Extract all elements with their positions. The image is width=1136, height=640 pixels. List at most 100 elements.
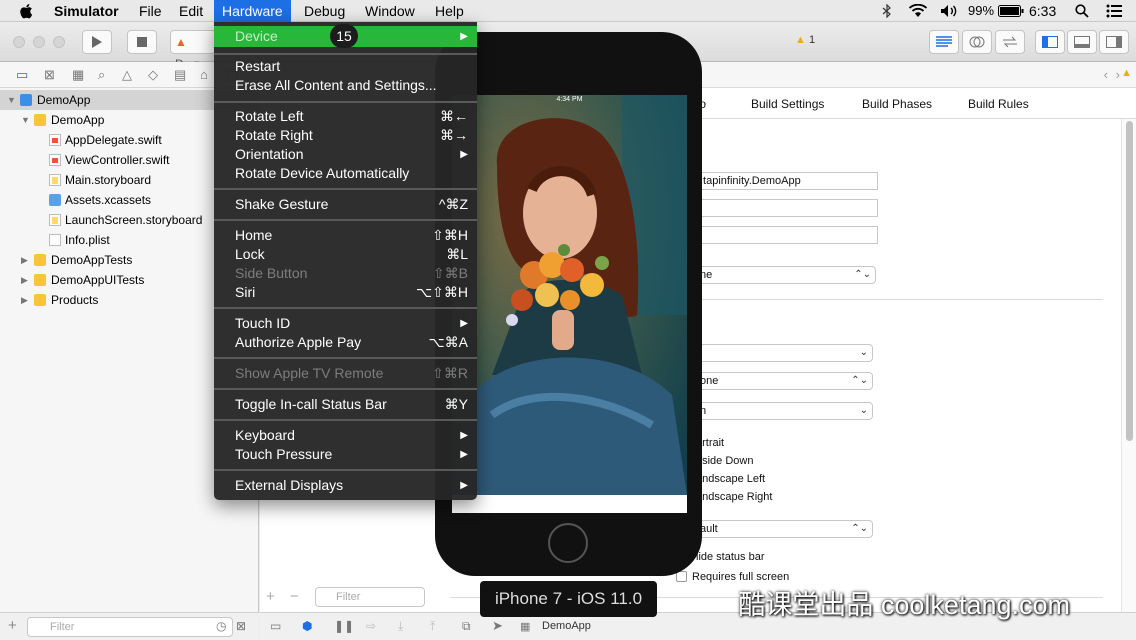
volume-icon[interactable]: [940, 0, 958, 22]
debug-icon[interactable]: ▤: [174, 67, 186, 83]
menu-item-shortcut: ⌥⇧⌘H: [416, 284, 468, 300]
devices-popup[interactable]: one ⌃⌄: [696, 372, 873, 390]
menu-item-orientation[interactable]: Orientation ▶: [214, 145, 477, 164]
breakpoint-icon[interactable]: ⌂: [200, 67, 208, 82]
main-interface-popup[interactable]: n ⌄: [696, 402, 873, 420]
hide-status-bar-checkbox[interactable]: lide status bar: [696, 551, 764, 563]
bluetooth-icon[interactable]: [882, 0, 892, 22]
clock-time[interactable]: 6:33: [1029, 0, 1056, 22]
minimize-window-button[interactable]: [33, 36, 45, 48]
menu-help[interactable]: Help: [427, 0, 472, 22]
symbol-icon[interactable]: ▦: [72, 67, 84, 83]
status-bar-style-popup[interactable]: ault ⌃⌄: [696, 520, 873, 538]
menu-item-erase-all-content[interactable]: Erase All Content and Settings...: [214, 76, 477, 95]
storyboard-file-icon: [49, 174, 61, 186]
standard-editor-button[interactable]: [929, 30, 959, 54]
toggle-navigator-button[interactable]: [1035, 30, 1065, 54]
menu-item-lock[interactable]: Lock ⌘L: [214, 245, 477, 264]
run-button[interactable]: [82, 30, 112, 54]
folder-icon: [34, 254, 46, 266]
tab-build-phases[interactable]: Build Phases: [862, 97, 932, 111]
warning-indicator[interactable]: ▲ 1: [795, 34, 815, 46]
menu-item-restart[interactable]: Restart: [214, 57, 477, 76]
menu-item-touch-id[interactable]: Touch ID ▶: [214, 314, 477, 333]
assistant-editor-button[interactable]: [962, 30, 992, 54]
view-debugger-icon[interactable]: ⧉: [462, 619, 471, 634]
menu-item-label: Rotate Left: [235, 108, 304, 124]
step-out-icon[interactable]: ⤒: [430, 619, 435, 634]
breakpoints-icon[interactable]: ⬢: [302, 619, 312, 633]
test-icon[interactable]: ◇: [148, 67, 158, 83]
find-icon[interactable]: ⌕: [98, 67, 105, 83]
submenu-arrow-icon: ▶: [460, 31, 468, 42]
chevron-left-icon[interactable]: ‹: [1104, 67, 1108, 82]
tab-build-settings[interactable]: Build Settings: [751, 97, 824, 111]
vertical-scrollbar[interactable]: [1121, 119, 1136, 612]
menu-item-keyboard[interactable]: Keyboard ▶: [214, 426, 477, 445]
stop-button[interactable]: [127, 30, 157, 54]
menu-item-shake-gesture[interactable]: Shake Gesture ^⌘Z: [214, 195, 477, 214]
tab-build-rules[interactable]: Build Rules: [968, 97, 1029, 111]
landscape-left-checkbox[interactable]: andscape Left: [696, 473, 765, 485]
menu-edit[interactable]: Edit: [171, 0, 211, 22]
menu-item-rotate-automatically[interactable]: Rotate Device Automatically: [214, 164, 477, 183]
scm-filter-icon[interactable]: ⊠: [236, 619, 246, 633]
version-editor-button[interactable]: [995, 30, 1025, 54]
toggle-utilities-button[interactable]: [1099, 30, 1129, 54]
toggle-debug-area-button[interactable]: [1067, 30, 1097, 54]
recent-files-icon[interactable]: ◷: [216, 619, 226, 633]
target-filter-input[interactable]: Filter: [315, 587, 425, 607]
pause-icon[interactable]: ❚❚: [334, 619, 354, 633]
hide-debug-icon[interactable]: ▭: [270, 619, 281, 633]
left-panel-icon: [1042, 36, 1058, 48]
issue-icon[interactable]: △: [122, 67, 132, 83]
battery-icon[interactable]: [998, 0, 1024, 22]
menu-item-rotate-left[interactable]: Rotate Left ⌘←: [214, 107, 477, 126]
remove-icon[interactable]: −: [290, 588, 299, 605]
battery-percent[interactable]: 99%: [968, 0, 994, 22]
chevron-right-icon[interactable]: ›: [1116, 67, 1120, 82]
source-control-icon[interactable]: ⊠: [44, 67, 55, 83]
bundle-identifier-field[interactable]: .tapinfinity.DemoApp: [696, 172, 878, 190]
menu-item-rotate-right[interactable]: Rotate Right ⌘→: [214, 126, 477, 145]
menu-debug[interactable]: Debug: [296, 0, 353, 22]
deployment-target-popup[interactable]: ⌄: [696, 344, 873, 362]
menu-item-authorize-apple-pay[interactable]: Authorize Apple Pay ⌥⌘A: [214, 333, 477, 352]
folder-icon[interactable]: ▭: [16, 67, 28, 83]
location-icon[interactable]: ➤: [492, 618, 503, 634]
wifi-icon[interactable]: [908, 0, 928, 22]
menu-item-external-displays[interactable]: External Displays ▶: [214, 476, 477, 495]
version-field[interactable]: [696, 199, 878, 217]
menu-simulator[interactable]: Simulator: [46, 0, 127, 22]
menu-item-label: Restart: [235, 58, 281, 74]
build-field[interactable]: [696, 226, 878, 244]
team-popup[interactable]: ne ⌃⌄: [696, 266, 876, 284]
scroll-thumb[interactable]: [1126, 121, 1133, 441]
project-icon: [20, 94, 32, 106]
add-icon[interactable]: +: [266, 588, 275, 605]
navigator-filter-input[interactable]: Filter: [27, 617, 233, 637]
requires-full-screen-checkbox[interactable]: Requires full screen: [676, 571, 789, 583]
step-in-icon[interactable]: ⤓: [398, 619, 403, 634]
folder-icon: [34, 114, 46, 126]
menu-item-touch-pressure[interactable]: Touch Pressure ▶: [214, 445, 477, 464]
close-window-button[interactable]: [13, 36, 25, 48]
spotlight-search-icon[interactable]: [1075, 0, 1089, 22]
add-icon[interactable]: +: [8, 617, 17, 634]
upside-down-checkbox[interactable]: pside Down: [696, 455, 753, 467]
step-over-icon[interactable]: ⇨: [366, 619, 376, 633]
landscape-right-checkbox[interactable]: andscape Right: [696, 491, 772, 503]
simulator-screen[interactable]: 4:34 PM: [452, 95, 687, 513]
warning-icon[interactable]: ▲: [1121, 67, 1132, 79]
menu-item-toggle-in-call-status-bar[interactable]: Toggle In-call Status Bar ⌘Y: [214, 395, 477, 414]
zoom-window-button[interactable]: [53, 36, 65, 48]
home-button[interactable]: [548, 523, 588, 563]
notification-center-icon[interactable]: [1106, 0, 1122, 22]
apple-menu-icon[interactable]: [12, 0, 42, 22]
menu-item-siri[interactable]: Siri ⌥⇧⌘H: [214, 283, 477, 302]
scheme-selector[interactable]: ▲ D...p: [170, 30, 216, 71]
menu-item-home[interactable]: Home ⇧⌘H: [214, 226, 477, 245]
menu-hardware[interactable]: Hardware: [214, 0, 291, 22]
menu-file[interactable]: File: [131, 0, 170, 22]
menu-window[interactable]: Window: [357, 0, 423, 22]
